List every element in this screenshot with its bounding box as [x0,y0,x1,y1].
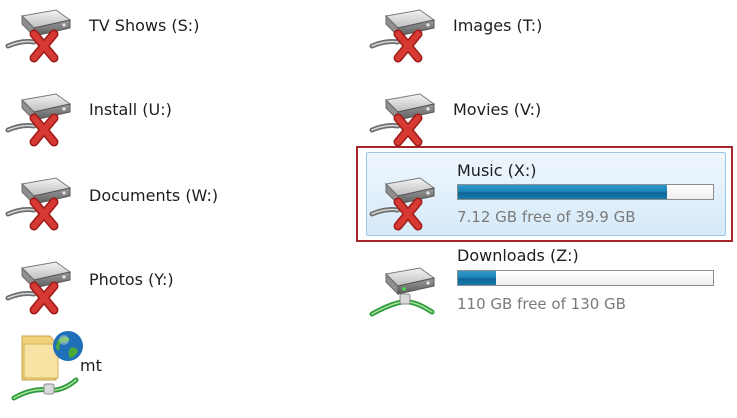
drive-label: Downloads (Z:) [457,246,579,265]
drive-usage-bar-fill [458,185,668,199]
drive-usage-bar [457,270,714,286]
network-drive-icon [368,260,444,324]
drive-label: Movies (V:) [453,100,542,119]
drive-item-photos[interactable]: Photos (Y:) [4,254,304,316]
drive-label: Photos (Y:) [89,270,174,289]
network-folder-icon [11,331,83,401]
drive-item-movies[interactable]: Movies (V:) [368,86,668,148]
drive-free-space: 7.12 GB free of 39.9 GB [457,208,636,226]
drive-usage-bar-fill [458,271,497,285]
drive-item-images[interactable]: Images (T:) [368,2,668,64]
drive-item-tv-shows[interactable]: TV Shows (S:) [4,2,304,64]
drive-label: Music (X:) [457,161,537,180]
drive-usage-bar [457,184,714,200]
drive-item-install[interactable]: Install (U:) [4,86,304,148]
drive-item-downloads[interactable]: Downloads (Z:) 110 GB free of 130 GB [368,240,726,324]
network-location-mt[interactable]: mt [4,326,304,406]
drive-label: Images (T:) [453,16,543,35]
disconnected-network-drive-icon [4,254,80,318]
disconnected-network-drive-icon [4,2,80,66]
drive-label: TV Shows (S:) [89,16,200,35]
drive-item-documents[interactable]: Documents (W:) [4,170,304,232]
disconnected-network-drive-icon [368,86,444,150]
drive-label: Documents (W:) [89,186,219,205]
drive-label: Install (U:) [89,100,172,119]
disconnected-network-drive-icon [4,170,80,234]
drive-free-space: 110 GB free of 130 GB [457,295,626,313]
disconnected-network-drive-icon [368,170,444,234]
disconnected-network-drive-icon [4,86,80,150]
drive-item-music[interactable]: Music (X:) 7.12 GB free of 39.9 GB [368,152,726,236]
disconnected-network-drive-icon [368,2,444,66]
drive-label: mt [80,356,102,375]
